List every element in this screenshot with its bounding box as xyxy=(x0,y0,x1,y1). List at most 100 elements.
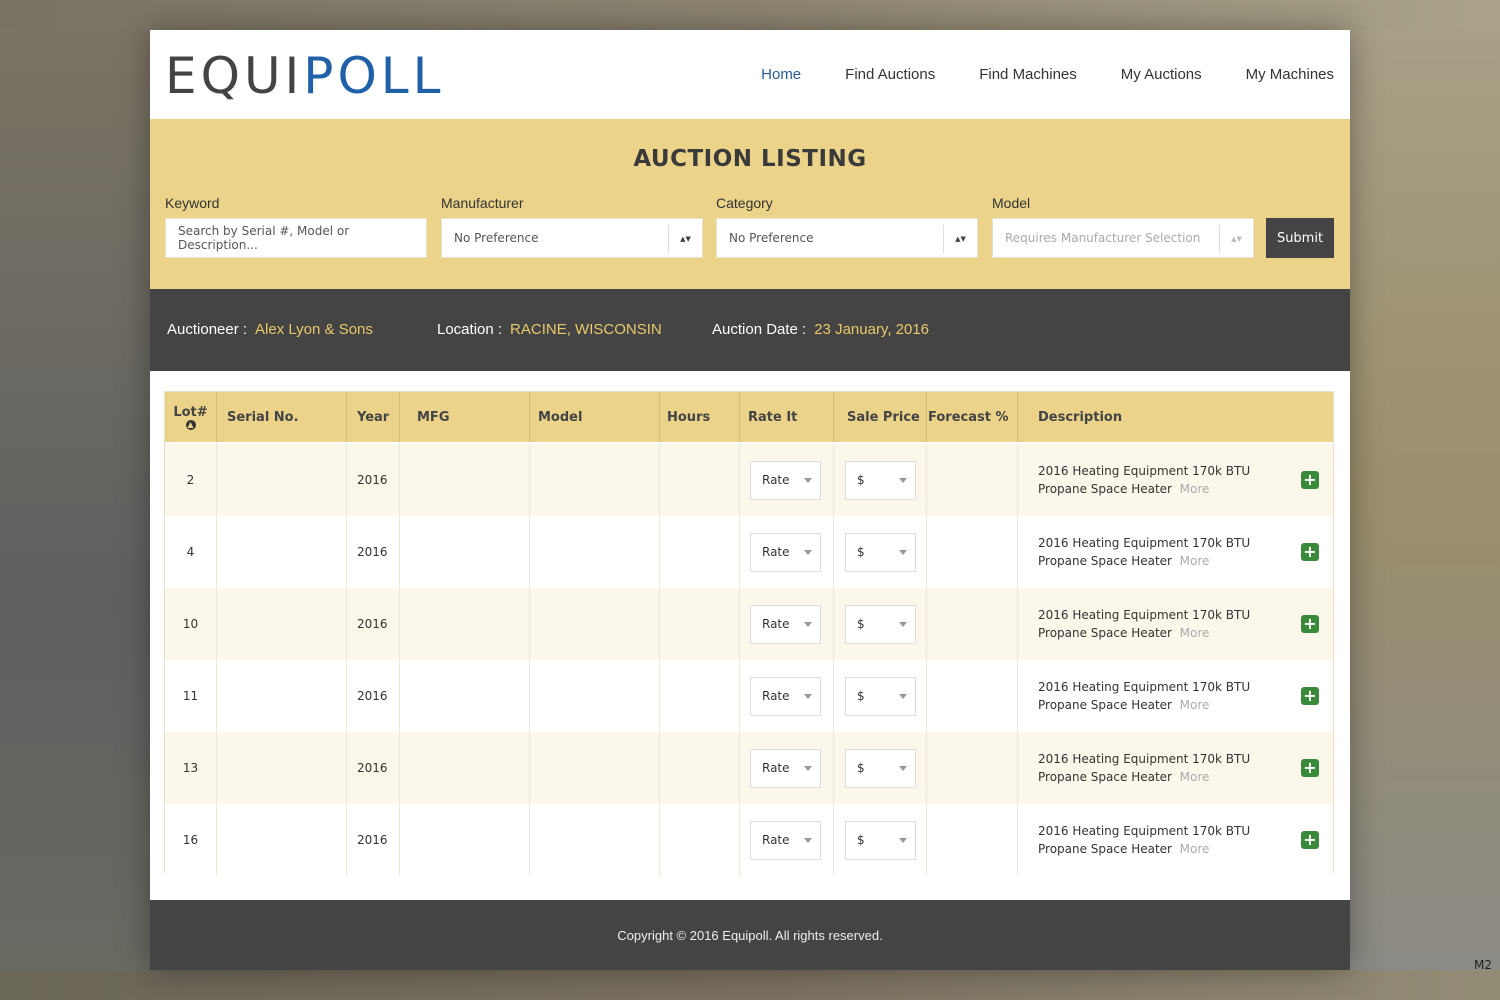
rate-select-label: Rate xyxy=(762,617,790,631)
more-link[interactable]: More xyxy=(1180,842,1210,856)
serial-cell xyxy=(217,588,347,660)
date-info: Auction Date : 23 January, 2016 xyxy=(712,321,929,338)
keyword-input[interactable]: Search by Serial #, Model or Description… xyxy=(165,218,427,258)
nav-my-machines[interactable]: My Machines xyxy=(1246,66,1334,83)
more-link[interactable]: More xyxy=(1180,698,1210,712)
more-link[interactable]: More xyxy=(1180,482,1210,496)
category-value: No Preference xyxy=(729,231,814,245)
lot-cell: 4 xyxy=(165,516,217,588)
model-cell xyxy=(530,588,660,660)
add-plus-icon[interactable]: + xyxy=(1301,543,1319,561)
rate-select[interactable]: Rate xyxy=(750,748,821,788)
caret-down-icon xyxy=(899,693,907,699)
lot-cell: 11 xyxy=(165,660,217,732)
add-plus-icon[interactable]: + xyxy=(1301,687,1319,705)
manufacturer-value: No Preference xyxy=(454,231,539,245)
year-cell: 2016 xyxy=(347,660,400,732)
table-row: 2 2016 Rate $2016 Heating Equipment 170k BT… xyxy=(165,444,1333,516)
model-field: Model Requires Manufacturer Selection ▲▼ xyxy=(992,195,1254,258)
description-cell: 2016 Heating Equipment 170k BTU Propane … xyxy=(1018,660,1333,732)
rate-select-label: Rate xyxy=(762,689,790,703)
select-arrows-icon: ▲▼ xyxy=(943,225,977,253)
model-cell xyxy=(530,732,660,804)
caret-down-icon xyxy=(899,477,907,483)
auction-info-bar: Auctioneer : Alex Lyon & Sons Location : R… xyxy=(150,289,1350,371)
add-plus-icon[interactable]: + xyxy=(1301,759,1319,777)
header: EQUI POLL Home Find Auctions Find Machine… xyxy=(150,30,1350,119)
column-lot[interactable]: Lot# ▲ xyxy=(165,392,217,442)
price-select-label: $ xyxy=(857,617,865,631)
more-link[interactable]: More xyxy=(1180,770,1210,784)
column-rate: Rate It xyxy=(740,392,834,442)
year-cell: 2016 xyxy=(347,732,400,804)
nav-find-auctions[interactable]: Find Auctions xyxy=(845,66,935,83)
caret-down-icon xyxy=(899,621,907,627)
select-arrows-icon: ▲▼ xyxy=(1219,225,1253,253)
column-year: Year xyxy=(347,392,400,442)
hours-cell xyxy=(660,804,740,876)
model-cell xyxy=(530,660,660,732)
add-plus-icon[interactable]: + xyxy=(1301,831,1319,849)
rate-select[interactable]: Rate xyxy=(750,604,821,644)
footer: Copyright © 2016 Equipoll. All rights re… xyxy=(150,900,1350,970)
year-cell: 2016 xyxy=(347,444,400,516)
caret-down-icon xyxy=(804,837,812,843)
hours-cell xyxy=(660,444,740,516)
price-select[interactable]: $ xyxy=(845,820,916,860)
mfg-cell xyxy=(400,660,530,732)
corner-tag: M2 xyxy=(1474,958,1492,972)
sale-price-cell: $ xyxy=(834,588,927,660)
description-text: 2016 Heating Equipment 170k BTU Propane … xyxy=(1038,534,1298,570)
model-select[interactable]: Requires Manufacturer Selection ▲▼ xyxy=(992,218,1254,258)
more-link[interactable]: More xyxy=(1180,626,1210,640)
add-plus-icon[interactable]: + xyxy=(1301,471,1319,489)
description-value: 2016 Heating Equipment 170k BTU Propane … xyxy=(1038,752,1251,784)
forecast-cell xyxy=(927,444,1018,516)
price-select[interactable]: $ xyxy=(845,604,916,644)
page-title: AUCTION LISTING xyxy=(633,146,867,172)
model-label: Model xyxy=(992,195,1031,211)
date-value: 23 January, 2016 xyxy=(814,321,930,338)
caret-down-icon xyxy=(899,765,907,771)
logo[interactable]: EQUI POLL xyxy=(165,47,445,105)
rate-select[interactable]: Rate xyxy=(750,460,821,500)
sort-up-icon[interactable]: ▲ xyxy=(185,419,196,430)
nav-home[interactable]: Home xyxy=(761,66,801,83)
description-cell: 2016 Heating Equipment 170k BTU Propane … xyxy=(1018,516,1333,588)
column-sale-price: Sale Price xyxy=(834,392,927,442)
table-row: 10 2016 Rate $2016 Heating Equipment 170k B… xyxy=(165,588,1333,660)
description-cell: 2016 Heating Equipment 170k BTU Propane … xyxy=(1018,732,1333,804)
column-serial: Serial No. xyxy=(217,392,347,442)
more-link[interactable]: More xyxy=(1180,554,1210,568)
category-field: Category No Preference ▲▼ xyxy=(716,195,978,258)
price-select[interactable]: $ xyxy=(845,676,916,716)
price-select[interactable]: $ xyxy=(845,460,916,500)
model-cell xyxy=(530,516,660,588)
caret-down-icon xyxy=(804,477,812,483)
background-right xyxy=(1350,0,1500,1000)
manufacturer-select[interactable]: No Preference ▲▼ xyxy=(441,218,703,258)
column-forecast: Forecast % xyxy=(927,392,1018,442)
nav-my-auctions[interactable]: My Auctions xyxy=(1121,66,1202,83)
year-cell: 2016 xyxy=(347,516,400,588)
rate-select[interactable]: Rate xyxy=(750,820,821,860)
price-select-label: $ xyxy=(857,545,865,559)
submit-button[interactable]: Submit xyxy=(1266,218,1334,258)
lot-cell: 13 xyxy=(165,732,217,804)
mfg-cell xyxy=(400,444,530,516)
price-select[interactable]: $ xyxy=(845,532,916,572)
background-top xyxy=(0,0,1500,30)
forecast-cell xyxy=(927,660,1018,732)
price-select[interactable]: $ xyxy=(845,748,916,788)
add-plus-icon[interactable]: + xyxy=(1301,615,1319,633)
model-placeholder: Requires Manufacturer Selection xyxy=(1005,231,1201,245)
rate-select-label: Rate xyxy=(762,761,790,775)
rate-cell: Rate xyxy=(740,444,834,516)
rate-select[interactable]: Rate xyxy=(750,532,821,572)
page-frame: EQUI POLL Home Find Auctions Find Machine… xyxy=(150,30,1350,970)
rate-select[interactable]: Rate xyxy=(750,676,821,716)
nav-find-machines[interactable]: Find Machines xyxy=(979,66,1077,83)
rate-select-label: Rate xyxy=(762,473,790,487)
hours-cell xyxy=(660,516,740,588)
category-select[interactable]: No Preference ▲▼ xyxy=(716,218,978,258)
